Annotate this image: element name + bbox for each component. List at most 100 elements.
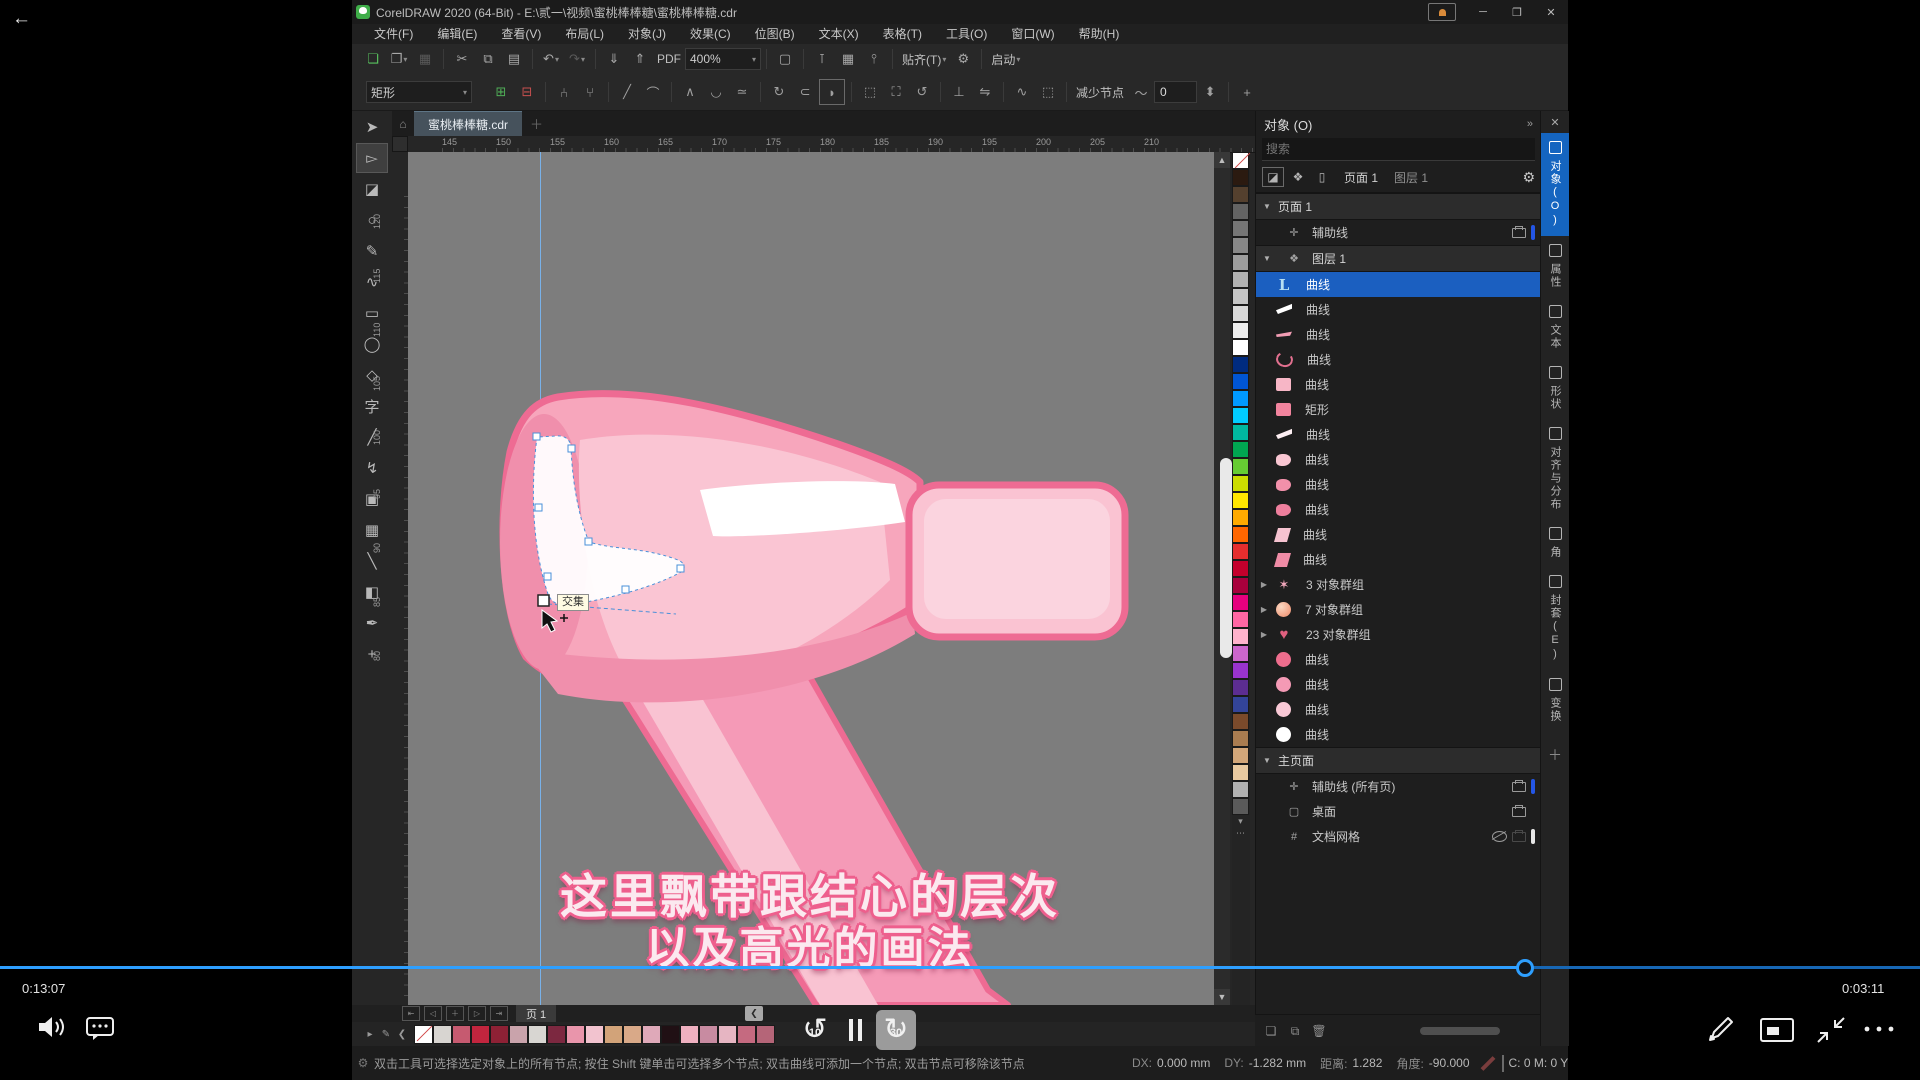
menu-item[interactable]: 对象(J) bbox=[616, 24, 678, 44]
last-page-icon[interactable]: ⇥ bbox=[490, 1006, 508, 1021]
docpalette-flyout-icon[interactable]: ▸ bbox=[362, 1029, 378, 1040]
close-button[interactable]: ✕ bbox=[1534, 0, 1568, 24]
toolbox-tool[interactable]: ✒ bbox=[356, 608, 388, 638]
reflect-nodes-icon[interactable]: ⇋ bbox=[973, 80, 997, 104]
menu-item[interactable]: 位图(B) bbox=[743, 24, 807, 44]
object-row[interactable]: ▶ 曲线 bbox=[1256, 672, 1541, 697]
open-icon[interactable]: ❐▾ bbox=[387, 48, 411, 70]
docker-tab[interactable]: 对象(O) bbox=[1541, 133, 1569, 236]
toolbox-tool[interactable]: ➤ bbox=[356, 112, 388, 142]
color-swatch[interactable] bbox=[1232, 713, 1249, 730]
toolbox-tool[interactable]: ✎ bbox=[356, 236, 388, 266]
page-tab[interactable]: 页 1 bbox=[516, 1005, 556, 1022]
color-swatch[interactable] bbox=[1232, 186, 1249, 203]
add-docker-icon[interactable]: ＋ bbox=[1541, 745, 1569, 765]
menu-item[interactable]: 表格(T) bbox=[871, 24, 934, 44]
picture-in-picture-icon[interactable] bbox=[1760, 1018, 1794, 1042]
collapse-icon[interactable]: ▼ bbox=[1256, 756, 1278, 765]
rotate-nodes-icon[interactable]: ↺ bbox=[910, 80, 934, 104]
color-swatch[interactable] bbox=[1232, 560, 1249, 577]
document-color-swatch[interactable] bbox=[585, 1025, 604, 1044]
hidden-eye-icon[interactable] bbox=[1492, 831, 1507, 842]
exit-fullscreen-icon[interactable] bbox=[1816, 1016, 1846, 1044]
collapse-icon[interactable]: ▼ bbox=[1256, 202, 1278, 211]
object-row[interactable]: ▶ 曲线 bbox=[1256, 347, 1541, 372]
document-color-swatch[interactable] bbox=[718, 1025, 737, 1044]
menu-item[interactable]: 布局(L) bbox=[553, 24, 616, 44]
document-tab[interactable]: 蜜桃棒棒糖.cdr bbox=[414, 111, 522, 137]
color-swatch[interactable] bbox=[1232, 305, 1249, 322]
color-swatch[interactable] bbox=[1232, 271, 1249, 288]
new-master-layer-icon[interactable]: ⧉ bbox=[1285, 1022, 1305, 1040]
object-manager-icon[interactable]: ◪ bbox=[1262, 167, 1284, 187]
color-swatch[interactable] bbox=[1232, 254, 1249, 271]
full-screen-preview-icon[interactable]: ▢ bbox=[773, 48, 797, 70]
new-document-icon[interactable]: ❏ bbox=[361, 48, 385, 70]
next-page-icon[interactable]: ▷ bbox=[468, 1006, 486, 1021]
to-line-icon[interactable]: ╱ bbox=[615, 80, 639, 104]
pages-view-icon[interactable]: ▯ bbox=[1312, 168, 1332, 186]
menu-item[interactable]: 窗口(W) bbox=[999, 24, 1066, 44]
scrollbar-thumb[interactable] bbox=[1220, 458, 1232, 658]
scroll-down-icon[interactable]: ▼ bbox=[1214, 989, 1230, 1005]
color-swatch[interactable] bbox=[1232, 696, 1249, 713]
object-row[interactable]: ▶ 曲线 bbox=[1256, 697, 1541, 722]
fill-indicator-icon[interactable] bbox=[1480, 1056, 1495, 1071]
show-rulers-icon[interactable]: ⊺ bbox=[810, 48, 834, 70]
docker-expand-icon[interactable]: » bbox=[1527, 118, 1533, 130]
toolbox-tool[interactable]: 字 bbox=[356, 391, 388, 421]
elastic-mode-icon[interactable]: ∿ bbox=[1010, 80, 1034, 104]
document-color-swatch[interactable] bbox=[756, 1025, 775, 1044]
document-color-swatch[interactable] bbox=[680, 1025, 699, 1044]
color-swatch[interactable] bbox=[1232, 458, 1249, 475]
extend-curve-icon[interactable]: ⊂ bbox=[793, 80, 817, 104]
object-row[interactable]: ▶ 曲线 bbox=[1256, 472, 1541, 497]
search-box[interactable] bbox=[1262, 138, 1535, 161]
docpalette-eyedropper-icon[interactable]: ✎ bbox=[378, 1029, 394, 1040]
docker-tab[interactable]: 对齐与分布 bbox=[1541, 419, 1569, 519]
docker-settings-icon[interactable]: ⚙ bbox=[1522, 169, 1535, 186]
show-guidelines-icon[interactable]: ⫯ bbox=[862, 48, 886, 70]
menu-item[interactable]: 文件(F) bbox=[362, 24, 425, 44]
seek-bar[interactable] bbox=[0, 966, 1920, 969]
delete-node-icon[interactable]: ⊟ bbox=[515, 80, 539, 104]
document-color-swatch[interactable] bbox=[471, 1025, 490, 1044]
current-page-label[interactable]: 页面 1 bbox=[1344, 169, 1378, 186]
color-swatch[interactable] bbox=[1232, 764, 1249, 781]
home-icon[interactable]: ⌂ bbox=[392, 111, 414, 136]
volume-icon[interactable] bbox=[36, 1014, 66, 1040]
more-options-icon[interactable] bbox=[1862, 1024, 1896, 1034]
color-swatch[interactable] bbox=[1232, 407, 1249, 424]
color-swatch[interactable] bbox=[1232, 390, 1249, 407]
object-row[interactable]: ▶ 曲线 bbox=[1256, 272, 1541, 297]
object-row[interactable]: ▶ 曲线 bbox=[1256, 647, 1541, 672]
annotate-pencil-icon[interactable] bbox=[1706, 1014, 1736, 1044]
extract-subpath-icon[interactable]: ⬚ bbox=[858, 80, 882, 104]
import-icon[interactable]: ⇓ bbox=[602, 48, 626, 70]
copy-icon[interactable]: ⧉ bbox=[476, 48, 500, 70]
hscroll-left-icon[interactable]: ❮ bbox=[745, 1006, 763, 1021]
new-tab-icon[interactable]: ＋ bbox=[530, 114, 543, 133]
document-color-swatch[interactable] bbox=[528, 1025, 547, 1044]
color-swatch[interactable] bbox=[1232, 424, 1249, 441]
color-swatch[interactable] bbox=[1232, 373, 1249, 390]
color-swatch[interactable] bbox=[1232, 679, 1249, 696]
printable-icon[interactable] bbox=[1512, 807, 1526, 817]
tree-guides-row[interactable]: ✛ 辅助线 bbox=[1256, 220, 1541, 245]
object-row[interactable]: ▶ 矩形 bbox=[1256, 397, 1541, 422]
document-color-swatch[interactable] bbox=[604, 1025, 623, 1044]
color-swatch[interactable] bbox=[1232, 730, 1249, 747]
forward-30-button[interactable]: ↻30 bbox=[876, 1010, 916, 1050]
document-color-swatch[interactable] bbox=[642, 1025, 661, 1044]
rewind-10-button[interactable]: ↺10 bbox=[795, 1010, 835, 1050]
maximize-button[interactable]: ❐ bbox=[1500, 0, 1534, 24]
current-layer-label[interactable]: 图层 1 bbox=[1394, 169, 1428, 186]
save-icon[interactable]: ▦ bbox=[413, 48, 437, 70]
smoothness-stepper[interactable]: ⬍ bbox=[1198, 80, 1222, 104]
docker-scrollbar[interactable] bbox=[1420, 1027, 1500, 1035]
document-color-swatch[interactable] bbox=[699, 1025, 718, 1044]
snap-to-menu[interactable]: 贴齐(T)▾ bbox=[898, 51, 950, 68]
search-input[interactable] bbox=[1262, 142, 1535, 156]
launch-menu[interactable]: 启动▾ bbox=[987, 51, 1024, 68]
object-row[interactable]: ▶ 曲线 bbox=[1256, 322, 1541, 347]
